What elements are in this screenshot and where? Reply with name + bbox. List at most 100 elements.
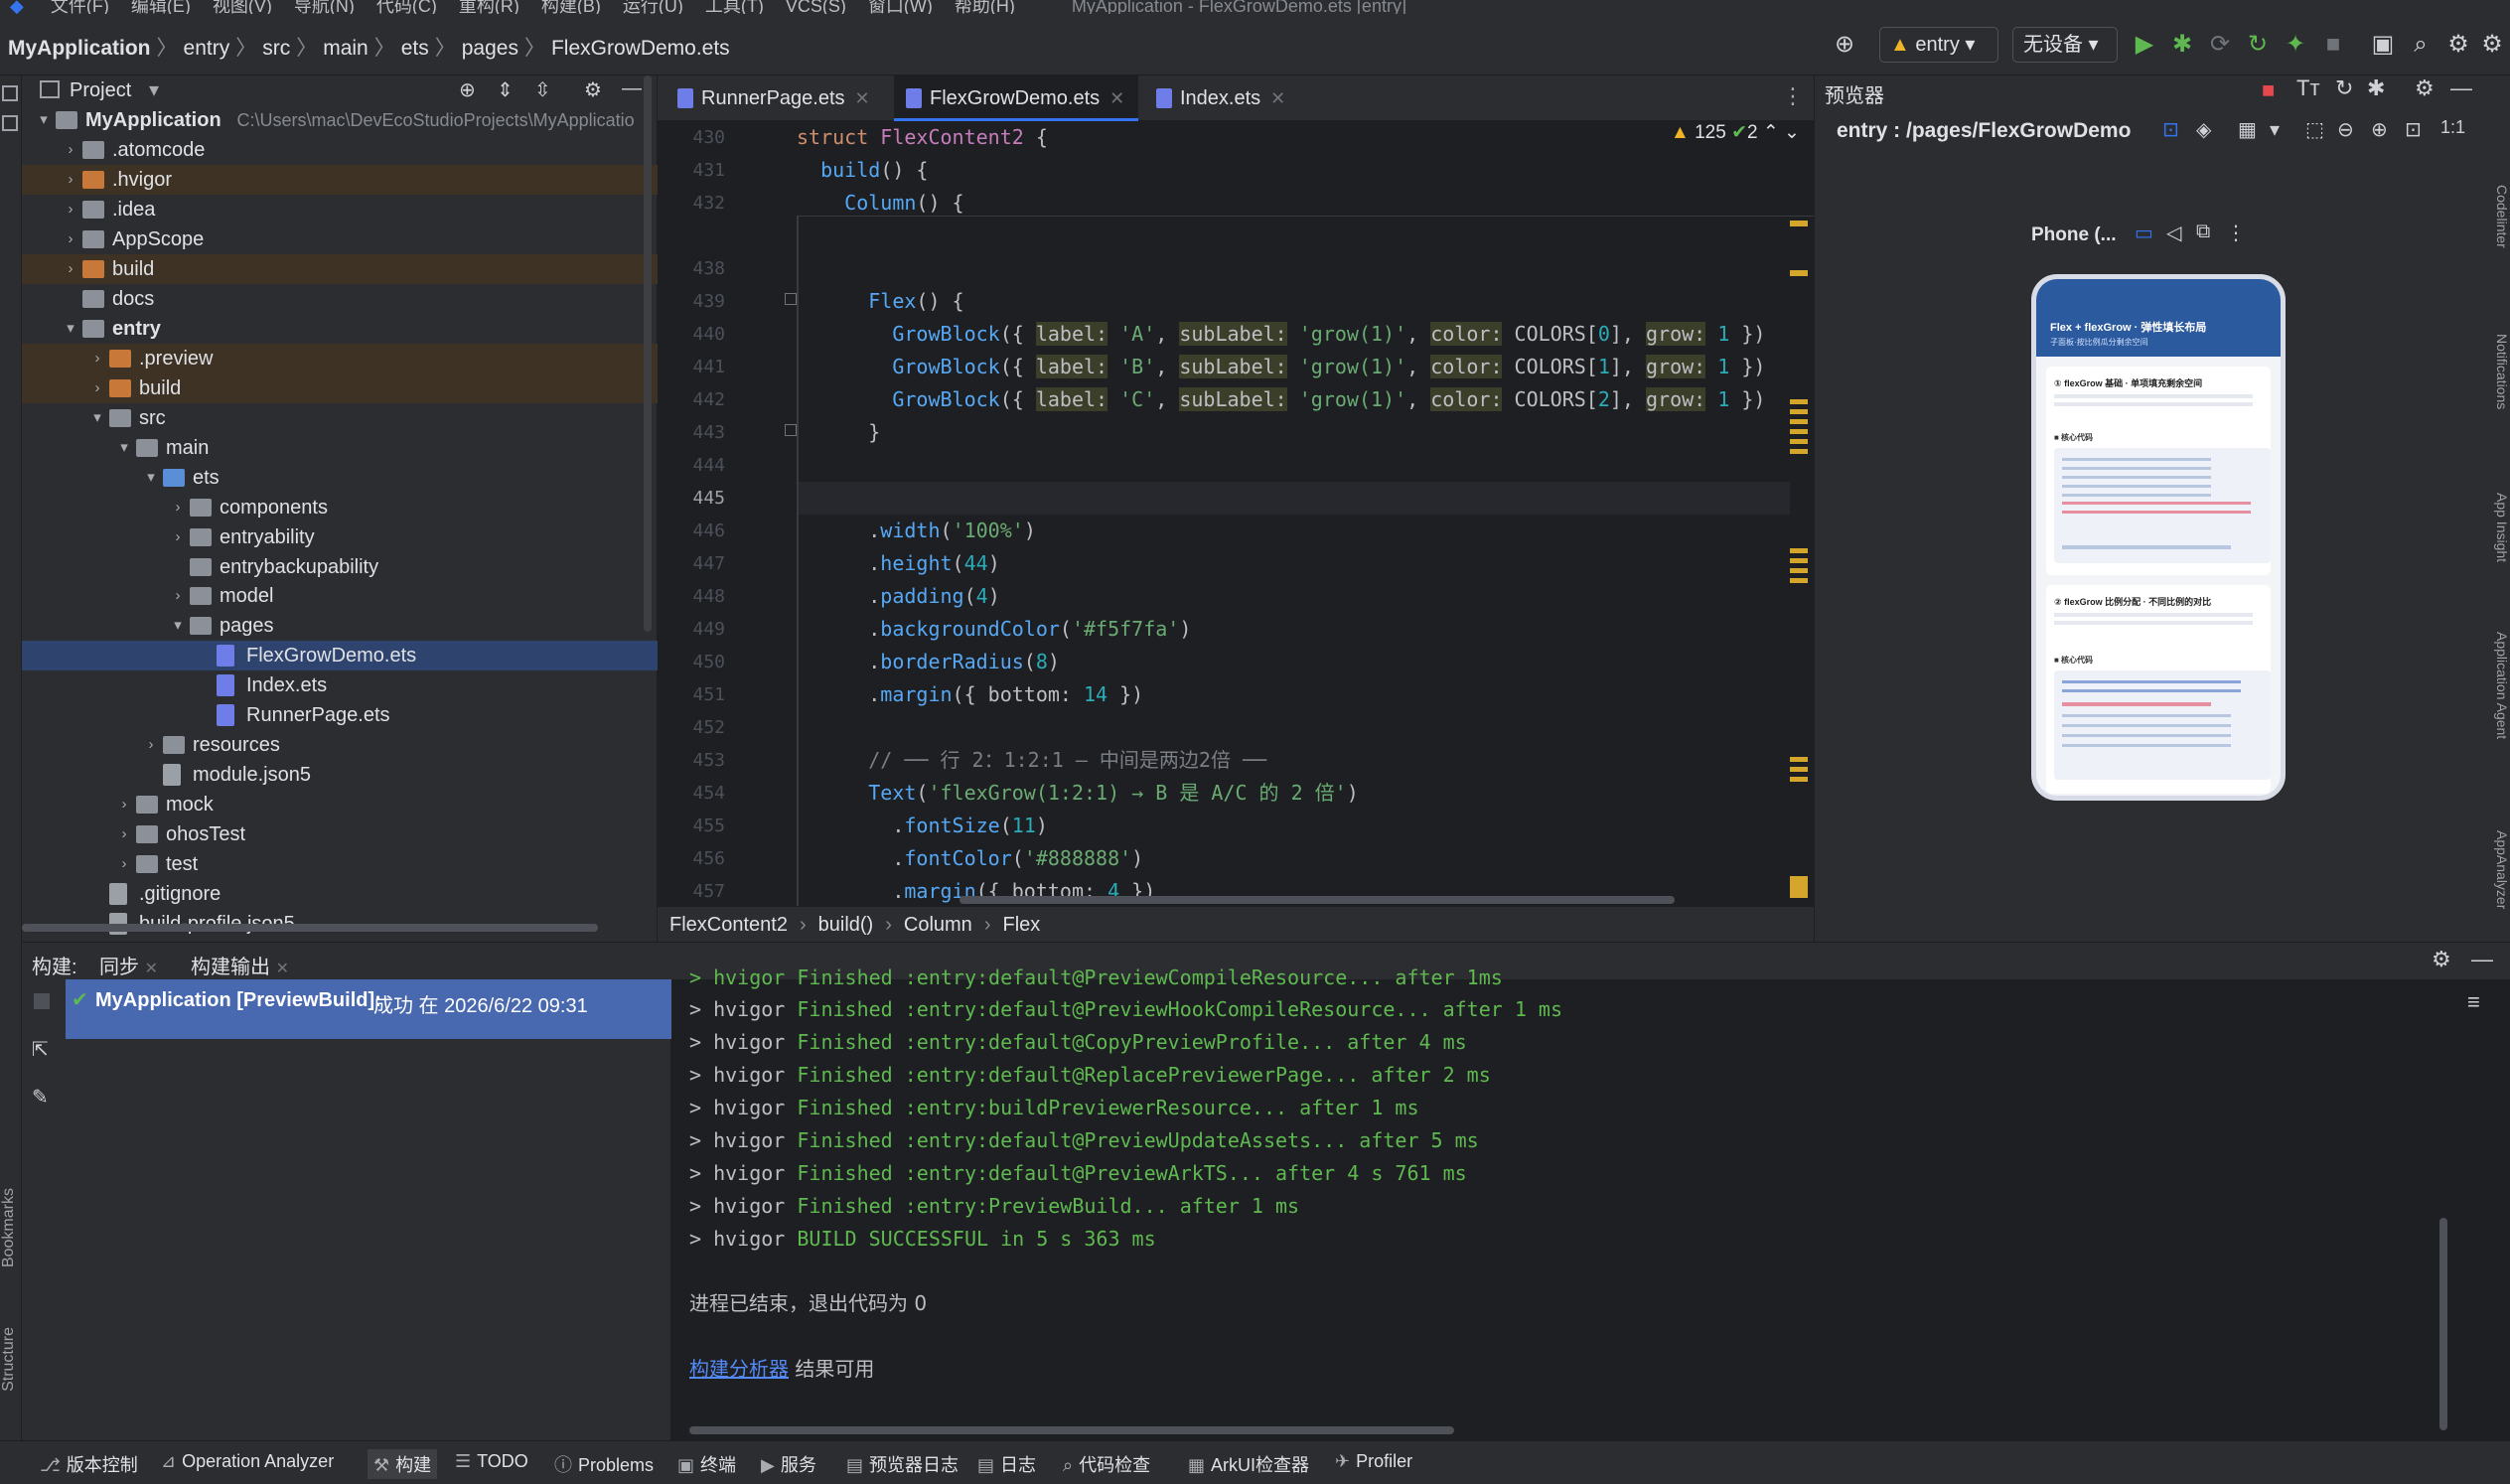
search-icon[interactable]: ⌕ [2406,30,2436,60]
tree-item[interactable]: module.json5 [22,760,658,790]
tab-flexgrowdemo-ets[interactable]: FlexGrowDemo.ets ✕ [894,75,1138,121]
vertical-scrollbar[interactable] [644,75,652,632]
back-icon[interactable]: ◁ [2166,221,2181,245]
actual-size-icon[interactable]: ⊡ [2405,117,2422,142]
tool-tab-5[interactable]: ▣ 终端 [677,1451,736,1477]
attach-icon[interactable]: ⟳ [2205,30,2235,60]
chevron-right-icon[interactable]: › [116,790,132,819]
chevron-down-icon[interactable]: ▾ [170,611,186,641]
tree-item[interactable]: ▾ ets [22,463,658,493]
build-output[interactable]: > hvigor Finished :entry:default@Preview… [671,965,2510,1440]
tree-item[interactable]: › AppScope [22,224,658,254]
settings-icon[interactable]: ⚙ [2415,75,2435,101]
target-icon[interactable]: ⊕ [1830,30,1859,60]
chevron-right-icon[interactable]: › [63,224,78,254]
tree-item[interactable]: ▾ entry [22,314,658,344]
chevron-right-icon[interactable]: › [63,135,78,165]
chevron-down-icon[interactable]: ▾ [2270,117,2280,142]
tool-tab-6[interactable]: ▶ 服务 [761,1451,816,1477]
right-tool-label[interactable]: App Insight [2494,493,2510,562]
expand-all-icon[interactable]: ⇕ [497,77,514,102]
horizontal-scrollbar[interactable] [689,1426,1454,1434]
chevron-right-icon[interactable]: › [143,730,159,760]
bookmarks-tab[interactable]: Bookmarks [0,1188,18,1267]
tree-item[interactable]: › mock [22,790,658,819]
component-tree-icon[interactable]: ⊡ [2162,117,2179,142]
breadcrumb-item[interactable]: entry [184,37,230,60]
menu-item[interactable]: 代码(C) [376,0,437,14]
chevron-right-icon[interactable]: › [89,373,105,403]
locate-icon[interactable]: ⊕ [459,77,476,102]
stop-preview-icon[interactable]: ■ [2262,77,2275,103]
commit-tool-icon[interactable] [2,115,18,131]
error-stripe-mark[interactable] [1790,221,1808,226]
tab-sync[interactable]: 同步 ✕ [99,951,158,979]
chevron-right-icon[interactable]: › [116,819,132,849]
tree-item[interactable]: entrybackupability [22,552,658,582]
editor-breadcrumb-item[interactable]: FlexContent2 [669,914,788,936]
build-task-row[interactable]: ✔ MyApplication [PreviewBuild]: 成功 在 202… [66,979,671,1039]
phone-preview[interactable]: Flex + flexGrow · 弹性填长布局 子面板·按比例瓜分剩余空间 ①… [2031,274,2286,801]
more-icon[interactable]: ⋮ [2226,221,2246,245]
tool-tab-11[interactable]: ✈ Profiler [1335,1451,1412,1472]
build-analyzer-link[interactable]: 构建分析器 [689,1357,789,1381]
soft-wrap-icon[interactable]: ≡ [2467,989,2480,1015]
zoom-in-icon[interactable]: ⊕ [2371,117,2388,142]
settings-icon[interactable]: ⚙ [2432,947,2451,972]
tree-item[interactable]: Index.ets [22,670,658,700]
tree-item[interactable]: › components [22,493,658,522]
menu-item[interactable]: 视图(V) [213,0,272,14]
tool-tab-8[interactable]: ▤ 日志 [977,1451,1036,1477]
run-icon[interactable]: ▶ [2130,30,2159,60]
breadcrumb-item[interactable]: src [262,37,290,60]
grid-icon[interactable]: ▦ [2238,117,2257,142]
right-tool-label[interactable]: Application Agent [2494,632,2510,739]
editor-breadcrumb-item[interactable]: Column [904,914,972,936]
profile-icon[interactable]: ✦ [2281,30,2310,60]
tree-item[interactable]: › resources [22,730,658,760]
breadcrumb-item[interactable]: MyApplication [8,37,151,60]
right-tool-label[interactable]: Codelinter [2494,185,2510,248]
tree-item[interactable]: › .atomcode [22,135,658,165]
tree-item[interactable]: .gitignore [22,879,658,909]
editor-breadcrumb-item[interactable]: build() [818,914,874,936]
chevron-right-icon[interactable]: › [63,165,78,195]
chevron-down-icon[interactable]: ▾ [89,403,105,433]
tree-item[interactable]: › .hvigor [22,164,658,195]
project-title[interactable]: Project [70,79,131,102]
chevron-right-icon[interactable]: › [170,493,186,522]
tree-item[interactable]: ▾ src [22,403,658,433]
tree-item[interactable]: ▾ pages [22,611,658,641]
module-selector[interactable]: ▲ entry ▾ [1879,27,1998,63]
chevron-right-icon[interactable]: › [63,195,78,224]
breadcrumb-item[interactable]: FlexGrowDemo.ets [551,37,730,60]
collapse-all-icon[interactable]: ⇳ [534,77,551,102]
layers-icon[interactable]: ◈ [2196,117,2211,142]
pin-icon[interactable]: ✎ [32,1085,49,1110]
tree-item[interactable]: › build [22,372,658,403]
zoom-out-icon[interactable]: ⊖ [2337,117,2354,142]
close-icon[interactable]: ✕ [1270,88,1285,108]
chevron-right-icon[interactable]: › [116,849,132,879]
right-tool-label[interactable]: AppAnalyzer [2494,830,2510,909]
tool-tab-4[interactable]: ⓘ Problems [554,1451,654,1477]
tool-tab-2[interactable]: ⚒ 构建 [368,1449,438,1479]
chevron-down-icon[interactable]: ▾ [116,433,132,463]
tab-index-ets[interactable]: Index.ets ✕ [1144,75,1312,121]
tree-item[interactable]: ▾ main [22,433,658,463]
error-stripe-mark[interactable] [1790,270,1808,276]
chevron-right-icon[interactable]: › [63,254,78,284]
tool-tab-10[interactable]: ▦ ArkUI检查器 [1188,1451,1309,1477]
right-tool-label[interactable]: Notifications [2494,334,2510,409]
vertical-scrollbar[interactable] [2439,1218,2447,1430]
project-tool-icon[interactable] [2,85,18,101]
chevron-down-icon[interactable]: ▾ [63,314,78,344]
tree-item[interactable]: docs [22,284,658,314]
code-area[interactable]: struct FlexContent2 { build() { Column()… [797,121,1814,906]
menu-item[interactable]: 文件(F) [51,0,109,14]
settings-icon[interactable]: ⚙ [584,77,602,102]
settings-icon[interactable]: ⚙ [2443,30,2473,60]
menu-item[interactable]: 重构(R) [459,0,519,14]
breadcrumb-item[interactable]: pages [462,37,518,60]
menu-item[interactable]: VCS(S) [786,0,846,14]
